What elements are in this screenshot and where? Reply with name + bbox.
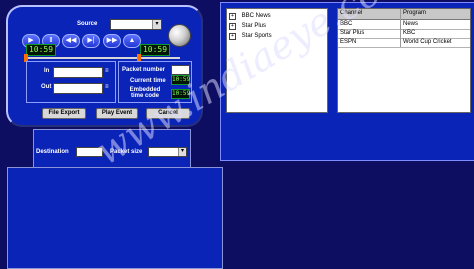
in-out-group: In ≡ Out ≡: [26, 61, 116, 103]
play-event-button[interactable]: Play Event: [96, 108, 138, 119]
bottom-workspace: [7, 167, 223, 269]
source-label: Source: [77, 21, 98, 27]
timecode-left: 10:59: [26, 44, 56, 56]
packet-size-label: Packet size: [110, 149, 143, 155]
timecode-right: 10:59: [140, 44, 170, 56]
tree-item-bbc-news[interactable]: + BBC News: [229, 11, 325, 21]
destination-input[interactable]: [76, 147, 103, 157]
rewind-icon[interactable]: ◀◀: [62, 34, 80, 48]
schedule-table: Channel Program BBC News Star Plus KBC E…: [337, 8, 471, 113]
skip-next-icon[interactable]: ▶▶: [103, 34, 121, 48]
packet-number-label: Packet number: [122, 67, 166, 73]
volume-knob[interactable]: [168, 24, 191, 47]
embedded-time-label: Embedded time code: [129, 87, 161, 99]
column-header-program[interactable]: Program: [401, 9, 470, 20]
in-label: In: [44, 68, 50, 74]
expand-icon[interactable]: +: [229, 23, 236, 30]
embedded-time-display: 10:59: [171, 89, 191, 99]
current-time-label: Current time: [130, 78, 166, 84]
out-label: Out: [41, 84, 52, 90]
in-time-input[interactable]: [53, 67, 103, 78]
tree-item-star-plus[interactable]: + Star Plus: [229, 21, 325, 31]
file-export-button[interactable]: File Export: [42, 108, 86, 119]
out-arrow-icon[interactable]: ≡: [105, 84, 109, 90]
chevron-down-icon[interactable]: ▾: [178, 148, 186, 156]
column-divider: [400, 9, 401, 47]
source-select[interactable]: ▾: [110, 19, 162, 30]
out-time-input[interactable]: [53, 83, 103, 94]
packet-time-group: Packet number Current time 10:59 Embedde…: [118, 61, 192, 103]
main-control-window: Source ▾ ▶ Ⅱ ◀◀ ▶| ▶▶ ▲ 10:59 10:59 In ≡…: [6, 5, 203, 127]
destination-label: Destination: [36, 149, 69, 155]
packet-size-select[interactable]: ▾: [148, 147, 187, 157]
cancel-button[interactable]: Cancel: [146, 108, 190, 119]
in-arrow-icon[interactable]: ≡: [105, 68, 109, 74]
expand-icon[interactable]: +: [229, 33, 236, 40]
up-icon[interactable]: ▲: [123, 34, 141, 48]
skip-previous-icon[interactable]: ▶|: [82, 34, 100, 48]
current-time-display: 10:59: [171, 75, 191, 85]
chevron-down-icon[interactable]: ▾: [152, 20, 161, 29]
tree-panel: + BBC News + Star Plus + Star Sports: [226, 8, 328, 113]
table-row[interactable]: ESPN World Cup Cricket: [338, 38, 470, 48]
column-header-channel[interactable]: Channel: [338, 9, 401, 20]
tree-item-star-sports[interactable]: + Star Sports: [229, 31, 325, 41]
expand-icon[interactable]: +: [229, 13, 236, 20]
packet-number-input[interactable]: [171, 65, 190, 75]
timeline-slider[interactable]: [24, 57, 180, 59]
